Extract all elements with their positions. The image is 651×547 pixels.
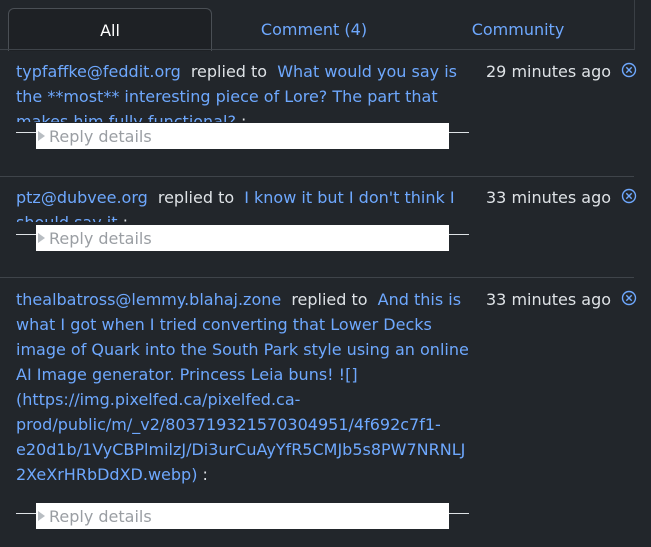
user-link[interactable]: ptz@dubvee.org — [16, 188, 148, 207]
reply-details-toggle[interactable]: Reply details — [36, 503, 449, 529]
post-link[interactable]: And this is what I got when I tried conv… — [16, 290, 469, 484]
reply-details-toggle[interactable]: Reply details — [36, 225, 449, 251]
notification-text: typfaffke@feddit.org replied to What wou… — [16, 59, 472, 122]
reply-details-toggle[interactable]: Reply details — [36, 123, 449, 149]
notification-item: ptz@dubvee.org replied to I know it but … — [0, 177, 637, 278]
replied-to-label: replied to — [190, 62, 268, 81]
suffix-text: : — [235, 112, 247, 122]
tab-community[interactable]: Community — [416, 8, 620, 50]
timestamp: 33 minutes ago — [486, 188, 612, 207]
suffix-text: : — [197, 465, 208, 484]
triangle-right-icon — [38, 233, 45, 243]
user-link[interactable]: thealbatross@lemmy.blahaj.zone — [16, 290, 281, 309]
tab-bar: All Comment (4) Community — [0, 0, 651, 51]
notification-text: ptz@dubvee.org replied to I know it but … — [16, 185, 472, 222]
reply-details-label: Reply details — [49, 228, 152, 248]
user-link[interactable]: typfaffke@feddit.org — [16, 62, 181, 81]
reply-details-label: Reply details — [49, 506, 152, 526]
timestamp: 33 minutes ago — [486, 290, 612, 309]
notification-text: thealbatross@lemmy.blahaj.zone replied t… — [16, 287, 472, 502]
replied-to-label: replied to — [291, 290, 368, 309]
tab-comment[interactable]: Comment (4) — [212, 8, 416, 50]
replied-to-label: replied to — [157, 188, 235, 207]
reply-details-label: Reply details — [49, 126, 152, 146]
suffix-text: : — [118, 213, 128, 222]
close-icon[interactable] — [621, 188, 637, 204]
close-icon[interactable] — [621, 62, 637, 78]
triangle-right-icon — [38, 511, 45, 521]
close-icon[interactable] — [621, 290, 637, 306]
tab-all[interactable]: All — [8, 8, 212, 51]
timestamp: 29 minutes ago — [486, 62, 612, 81]
notification-item: typfaffke@feddit.org replied to What wou… — [0, 50, 637, 177]
notifications-panel: All Comment (4) Community typfaffke@fedd… — [0, 0, 651, 547]
notification-item: thealbatross@lemmy.blahaj.zone replied t… — [0, 278, 637, 547]
triangle-right-icon — [38, 131, 45, 141]
panel-edge — [634, 0, 635, 50]
